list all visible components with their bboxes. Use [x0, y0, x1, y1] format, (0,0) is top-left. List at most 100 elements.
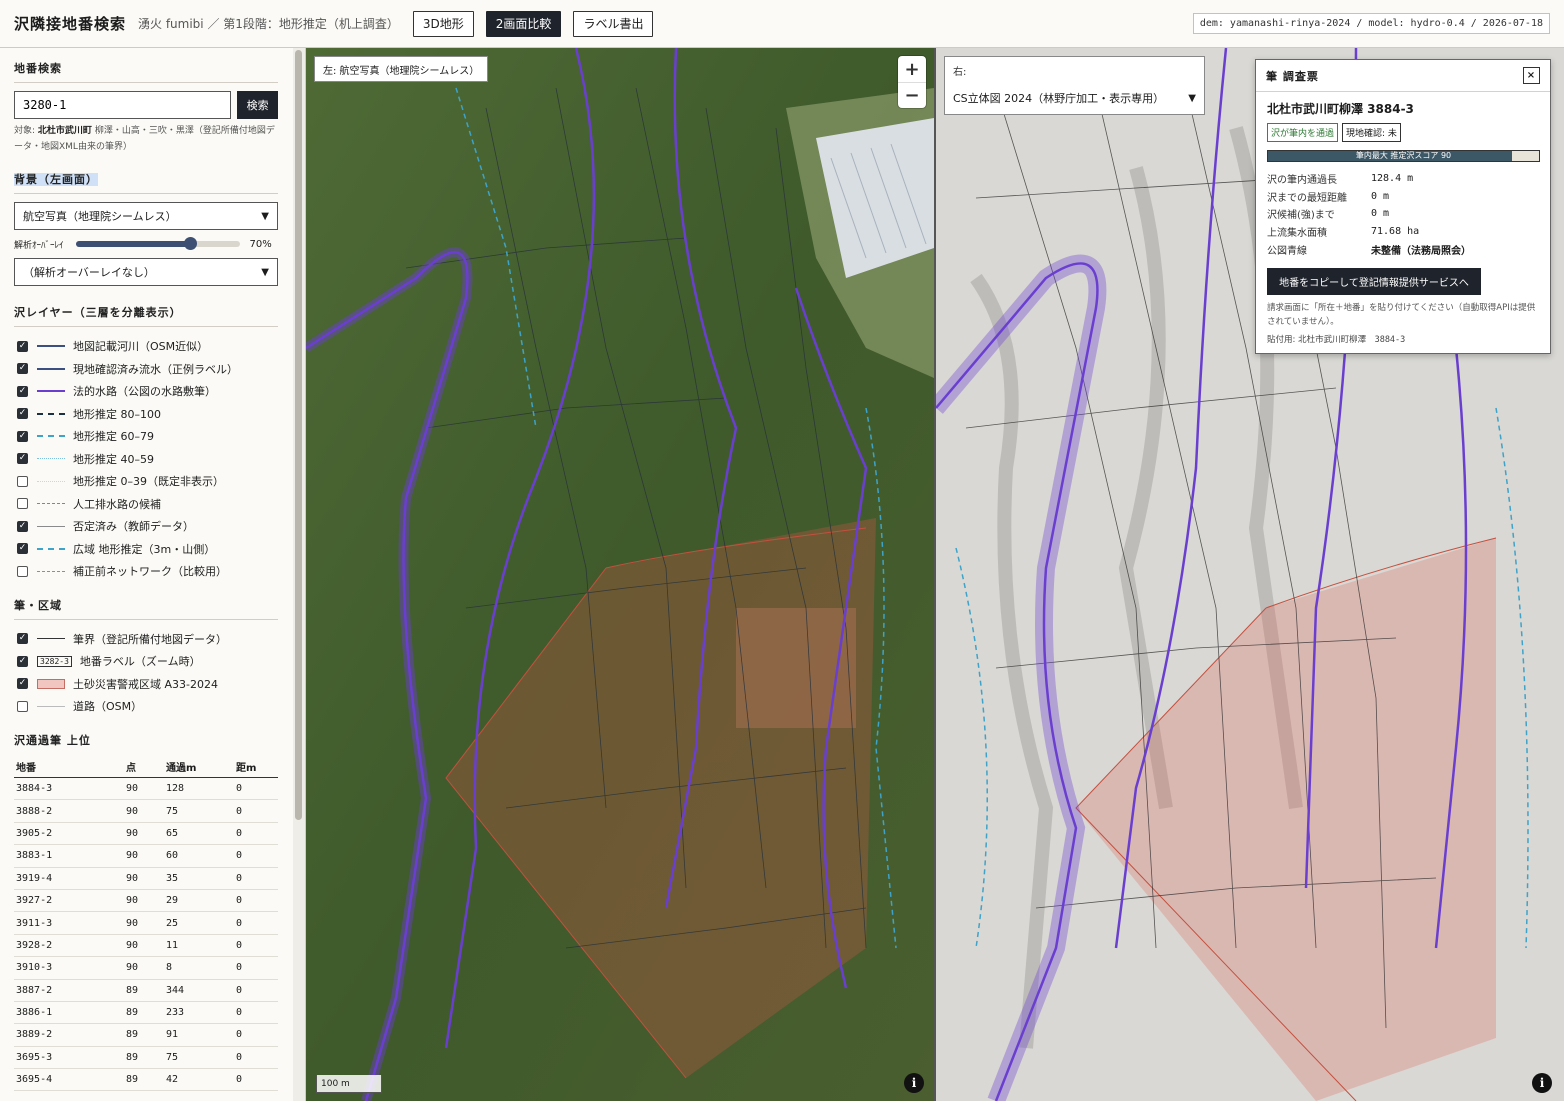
stream-layer-item[interactable]: 広域 地形推定（3m・山側） — [14, 538, 278, 561]
slider-handle[interactable] — [184, 237, 198, 250]
parcel-layer-item[interactable]: 土砂災害警戒区域 A33-2024 — [14, 673, 278, 696]
field-check-badge: 現地確認: 未 — [1342, 123, 1401, 142]
stream-pass-badge: 沢が筆内を通過 — [1267, 123, 1339, 142]
opacity-value: 70% — [249, 238, 272, 250]
stream-layer-item[interactable]: 現地確認済み流水（正例ラベル） — [14, 358, 278, 381]
background-section-title: 背景（左画面） — [14, 171, 278, 194]
field-label: 公図青線 — [1267, 245, 1307, 257]
checkbox[interactable] — [17, 678, 28, 690]
table-cell: 90 — [124, 867, 164, 890]
checkbox[interactable] — [17, 475, 28, 487]
table-cell: 90 — [124, 934, 164, 958]
stream-layer-item[interactable]: 法的水路（公図の水路敷筆） — [14, 380, 278, 403]
parcel-layer-item[interactable]: 道路（OSM） — [14, 695, 278, 718]
table-row[interactable]: 3888-2 90 75 0 — [14, 799, 278, 823]
stream-layer-item[interactable]: 地形推定 40–59 — [14, 448, 278, 471]
right-layer-select[interactable]: 右: CS立体図 2024（林野庁加工・表示専用） ▼ — [944, 56, 1205, 115]
checkbox[interactable] — [17, 430, 28, 442]
zoom-control: + − — [898, 56, 926, 108]
table-cell: 0 — [234, 844, 278, 868]
checkbox[interactable] — [17, 385, 28, 397]
column-header[interactable]: 距m — [234, 755, 278, 778]
checkbox[interactable] — [17, 565, 28, 577]
zoom-in-button[interactable]: + — [898, 56, 926, 82]
table-cell: 90 — [124, 822, 164, 846]
checkbox[interactable] — [17, 408, 28, 420]
table-cell: 3888-2 — [14, 799, 124, 823]
table-row[interactable]: 3919-4 90 35 0 — [14, 867, 278, 890]
table-row[interactable]: 3911-3 90 25 0 — [14, 911, 278, 935]
checkbox[interactable] — [17, 700, 28, 712]
table-cell: 3927-2 — [14, 889, 124, 913]
terrain-3d-button[interactable]: 3D地形 — [412, 10, 474, 37]
line-swatch — [37, 367, 65, 370]
checkbox[interactable] — [17, 655, 28, 667]
table-row[interactable]: 3883-1 90 60 0 — [14, 844, 278, 868]
app-title: 沢隣接地番検索 — [14, 15, 127, 33]
table-row[interactable]: 3695-3 89 75 0 — [14, 1046, 278, 1070]
search-section-title: 地番検索 — [14, 60, 278, 83]
parcel-layer-item[interactable]: 3282-3 地番ラベル（ズーム時） — [14, 650, 278, 673]
right-map-label: 右: — [953, 67, 967, 78]
left-map-aerial[interactable]: 左: 航空写真（地理院シームレス） + − 100 m i — [306, 48, 934, 1101]
stream-layer-item[interactable]: 地形推定 0–39（既定非表示） — [14, 470, 278, 493]
layer-label: 地形推定 60–79 — [73, 430, 154, 444]
table-cell: 90 — [124, 889, 164, 913]
scrollbar-thumb[interactable] — [295, 50, 302, 820]
table-cell: 90 — [124, 911, 164, 935]
column-header[interactable]: 地番 — [14, 755, 124, 778]
table-row[interactable]: 3905-2 90 65 0 — [14, 822, 278, 846]
column-header[interactable]: 通過m — [164, 755, 234, 778]
checkbox[interactable] — [17, 340, 28, 352]
close-icon[interactable]: × — [1523, 67, 1540, 84]
table-row[interactable]: 3928-2 90 11 0 — [14, 934, 278, 958]
table-row[interactable]: 3886-1 89 233 0 — [14, 1001, 278, 1025]
stream-layer-item[interactable]: 地図記載河川（OSM近似） — [14, 335, 278, 358]
layer-label: 地形推定 0–39（既定非表示） — [73, 475, 224, 489]
checkbox[interactable] — [17, 363, 28, 375]
line-swatch — [37, 480, 65, 482]
table-cell: 89 — [124, 1023, 164, 1047]
table-row[interactable]: 3884-3 90 128 0 — [14, 777, 278, 801]
search-button[interactable]: 検索 — [237, 91, 278, 119]
stream-layer-item[interactable]: 地形推定 60–79 — [14, 425, 278, 448]
field-row: 沢までの最短距離 0 m — [1267, 188, 1539, 206]
parcel-search-input[interactable] — [14, 91, 232, 119]
checkbox[interactable] — [17, 543, 28, 555]
stream-layer-item[interactable]: 補正前ネットワーク（比較用） — [14, 560, 278, 583]
zoom-out-button[interactable]: − — [898, 82, 926, 108]
column-header[interactable]: 点 — [124, 755, 164, 778]
base-layer-select[interactable]: 航空写真（地理院シームレス） ▼ — [14, 202, 278, 230]
chevron-down-icon: ▼ — [261, 266, 269, 278]
copy-parcel-button[interactable]: 地番をコピーして登記情報提供サービスへ — [1267, 267, 1481, 295]
info-icon[interactable]: i — [1532, 1073, 1552, 1093]
table-row[interactable]: 3927-2 90 29 0 — [14, 889, 278, 913]
table-cell: 89 — [124, 1046, 164, 1070]
info-icon[interactable]: i — [904, 1073, 924, 1093]
stream-score-text: 筆内最大 推定沢スコア 90 — [1355, 151, 1452, 160]
stream-layer-item[interactable]: 人工排水路の候補 — [14, 493, 278, 516]
checkbox[interactable] — [17, 633, 28, 645]
sidebar-scrollbar[interactable] — [293, 48, 305, 1101]
stream-layer-item[interactable]: 否定済み（教師データ） — [14, 515, 278, 538]
stream-layer-item[interactable]: 地形推定 80–100 — [14, 403, 278, 426]
table-row[interactable]: 3889-2 89 91 0 — [14, 1023, 278, 1047]
field-value: 0 m — [1371, 190, 1390, 202]
analysis-overlay-select[interactable]: （解析オーバーレイなし） ▼ — [14, 258, 278, 286]
opacity-slider[interactable] — [75, 237, 240, 250]
checkbox[interactable] — [17, 453, 28, 465]
export-labels-button[interactable]: ラベル書出 — [573, 10, 654, 37]
table-row[interactable]: 3695-4 89 42 0 — [14, 1068, 278, 1092]
checkbox[interactable] — [17, 498, 28, 510]
line-swatch — [37, 390, 65, 393]
field-row: 公図青線 未整備（法務局照会） — [1267, 240, 1539, 258]
table-row[interactable]: 3887-2 89 344 0 — [14, 979, 278, 1002]
table-cell: 90 — [124, 844, 164, 868]
split-compare-button[interactable]: 2画面比較 — [485, 10, 562, 37]
checkbox[interactable] — [17, 520, 28, 532]
table-row[interactable]: 3910-3 90 8 0 — [14, 956, 278, 980]
left-map-label: 左: 航空写真（地理院シームレス） — [314, 56, 489, 82]
scale-bar: 100 m — [316, 1075, 382, 1093]
parcel-layer-item[interactable]: 筆界（登記所備付地図データ） — [14, 628, 278, 651]
table-cell: 90 — [124, 777, 164, 801]
